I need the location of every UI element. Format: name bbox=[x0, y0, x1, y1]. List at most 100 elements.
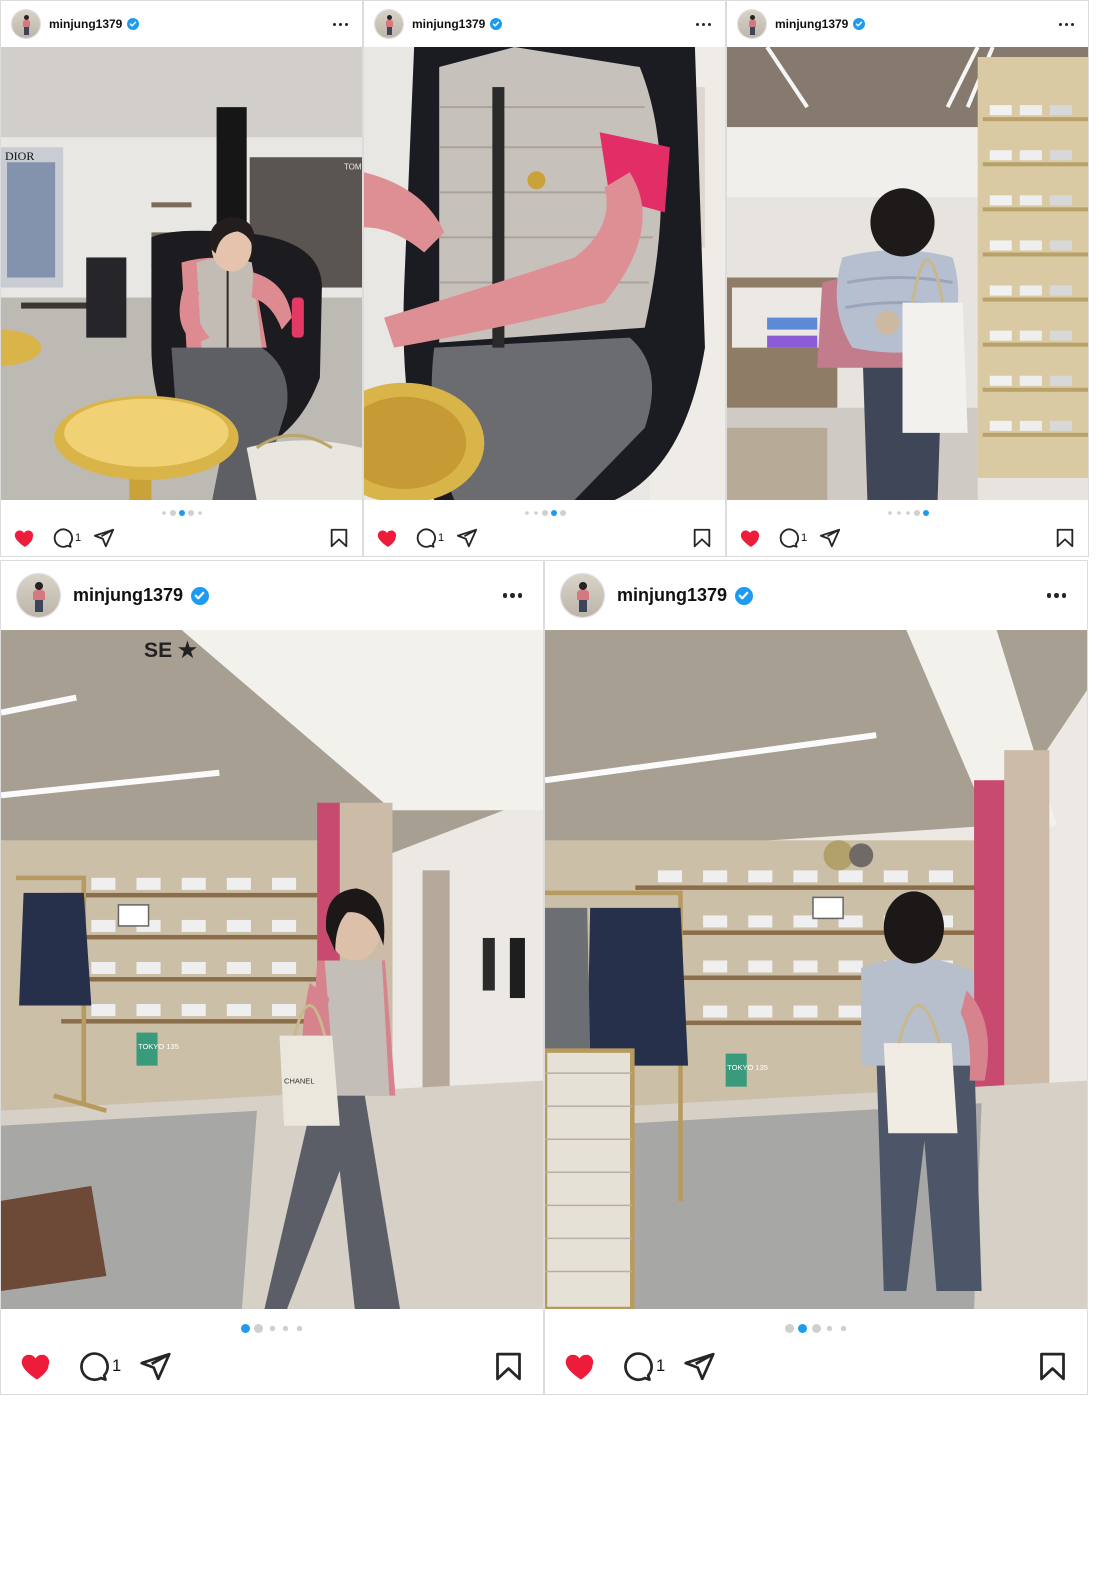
username-link[interactable]: minjung1379 bbox=[49, 17, 122, 31]
carousel-dot bbox=[269, 1325, 275, 1332]
comment-count: 1 bbox=[112, 1356, 122, 1375]
photo-back-view-sneaker-store bbox=[727, 47, 1088, 500]
carousel-dot bbox=[197, 511, 202, 515]
send-icon[interactable] bbox=[683, 1350, 716, 1383]
bookmark-icon[interactable] bbox=[691, 527, 713, 549]
post-header: minjung1379 bbox=[545, 561, 1087, 630]
heart-icon[interactable] bbox=[376, 526, 400, 550]
comment-icon[interactable] bbox=[76, 1350, 109, 1383]
carousel-dot bbox=[905, 511, 910, 515]
profile-avatar[interactable] bbox=[11, 9, 41, 39]
carousel-dot bbox=[240, 1324, 250, 1333]
post-card: minjung1379 SE ★ TOKYO 135 CHANEL 1 bbox=[0, 560, 544, 1395]
post-actions: 1 bbox=[727, 526, 1088, 550]
heart-icon[interactable] bbox=[739, 526, 763, 550]
carousel-dot bbox=[896, 511, 901, 515]
svg-text:TOM: TOM bbox=[344, 162, 362, 171]
profile-avatar[interactable] bbox=[374, 9, 404, 39]
carousel-dot bbox=[524, 511, 529, 515]
send-icon[interactable] bbox=[139, 1350, 172, 1383]
bookmark-icon[interactable] bbox=[1036, 1350, 1069, 1383]
carousel-dot bbox=[811, 1324, 821, 1333]
post-card: minjung1379 1 bbox=[363, 0, 726, 557]
send-icon[interactable] bbox=[819, 527, 841, 549]
carousel-dot bbox=[282, 1325, 289, 1332]
carousel-indicator bbox=[1, 510, 362, 516]
verified-badge-icon bbox=[853, 18, 866, 30]
heart-icon[interactable] bbox=[563, 1348, 599, 1384]
photo-walking-past-golden-goose-store: SE ★ TOKYO 135 CHANEL bbox=[1, 630, 543, 1309]
svg-text:TOKYO 135: TOKYO 135 bbox=[138, 1042, 179, 1051]
comment-icon[interactable] bbox=[777, 527, 799, 549]
carousel-dot bbox=[913, 510, 920, 516]
username-link[interactable]: minjung1379 bbox=[412, 17, 485, 31]
more-options-icon[interactable] bbox=[1059, 22, 1074, 26]
comment-count: 1 bbox=[438, 532, 445, 544]
photo-sign-text: SE ★ bbox=[144, 639, 197, 662]
bookmark-icon[interactable] bbox=[1054, 527, 1076, 549]
heart-icon[interactable] bbox=[19, 1348, 55, 1384]
verified-badge-icon bbox=[190, 586, 209, 605]
photo-sign-text: DIOR bbox=[5, 149, 34, 163]
profile-avatar[interactable] bbox=[560, 573, 605, 618]
carousel-dot bbox=[826, 1325, 833, 1332]
verified-badge-icon bbox=[734, 586, 753, 605]
post-photo[interactable]: TOKYO 135 bbox=[545, 630, 1087, 1309]
post-card: minjung1379 TOKYO 135 1 bbox=[544, 560, 1088, 1395]
post-actions: 1 bbox=[1, 526, 362, 550]
carousel-dot bbox=[784, 1324, 794, 1333]
username-link[interactable]: minjung1379 bbox=[775, 17, 848, 31]
comment-icon[interactable] bbox=[51, 527, 73, 549]
comment-icon[interactable] bbox=[414, 527, 436, 549]
photo-closeup-vest-pink-sleeve bbox=[364, 47, 725, 500]
carousel-dot bbox=[169, 510, 176, 516]
photo-standing-looking-at-shelves: TOKYO 135 bbox=[545, 630, 1087, 1309]
post-header: minjung1379 bbox=[1, 1, 362, 47]
comment-count: 1 bbox=[75, 532, 82, 544]
username-link[interactable]: minjung1379 bbox=[617, 585, 727, 606]
carousel-dot bbox=[798, 1324, 807, 1333]
comment-count: 1 bbox=[801, 532, 808, 544]
more-options-icon[interactable] bbox=[502, 593, 522, 598]
photo-lounge-seated-gold-table: DIOR TOM bbox=[1, 47, 362, 500]
send-icon[interactable] bbox=[456, 527, 478, 549]
carousel-dot bbox=[840, 1325, 846, 1332]
carousel-dot bbox=[178, 510, 185, 516]
carousel-dot bbox=[187, 510, 194, 516]
profile-avatar[interactable] bbox=[737, 9, 767, 39]
svg-text:CHANEL: CHANEL bbox=[284, 1077, 314, 1086]
carousel-dot bbox=[922, 510, 929, 516]
comment-count: 1 bbox=[656, 1356, 666, 1375]
username-link[interactable]: minjung1379 bbox=[73, 585, 183, 606]
carousel-dot bbox=[296, 1325, 302, 1332]
post-actions: 1 bbox=[364, 526, 725, 550]
carousel-dot bbox=[550, 510, 557, 516]
heart-icon[interactable] bbox=[13, 526, 37, 550]
more-options-icon[interactable] bbox=[696, 22, 711, 26]
send-icon[interactable] bbox=[93, 527, 115, 549]
carousel-indicator bbox=[364, 510, 725, 516]
post-card: minjung1379 DIOR TOM 1 bbox=[0, 0, 363, 557]
carousel-indicator bbox=[727, 510, 1088, 516]
verified-badge-icon bbox=[127, 18, 140, 30]
post-photo[interactable]: DIOR TOM bbox=[1, 47, 362, 500]
more-options-icon[interactable] bbox=[1046, 593, 1066, 598]
post-photo[interactable]: SE ★ TOKYO 135 CHANEL bbox=[1, 630, 543, 1309]
carousel-dot bbox=[541, 510, 548, 516]
carousel-indicator bbox=[545, 1324, 1087, 1333]
post-header: minjung1379 bbox=[364, 1, 725, 47]
carousel-dot bbox=[254, 1324, 263, 1333]
more-options-icon[interactable] bbox=[333, 22, 348, 26]
svg-text:TOKYO 135: TOKYO 135 bbox=[727, 1063, 768, 1072]
post-photo[interactable] bbox=[727, 47, 1088, 500]
carousel-dot bbox=[887, 511, 892, 515]
carousel-indicator bbox=[1, 1324, 543, 1333]
post-header: minjung1379 bbox=[727, 1, 1088, 47]
profile-avatar[interactable] bbox=[16, 573, 61, 618]
post-photo[interactable] bbox=[364, 47, 725, 500]
bookmark-icon[interactable] bbox=[492, 1350, 525, 1383]
bookmark-icon[interactable] bbox=[328, 527, 350, 549]
comment-icon[interactable] bbox=[620, 1350, 653, 1383]
post-header: minjung1379 bbox=[1, 561, 543, 630]
post-card: minjung1379 1 bbox=[726, 0, 1089, 557]
